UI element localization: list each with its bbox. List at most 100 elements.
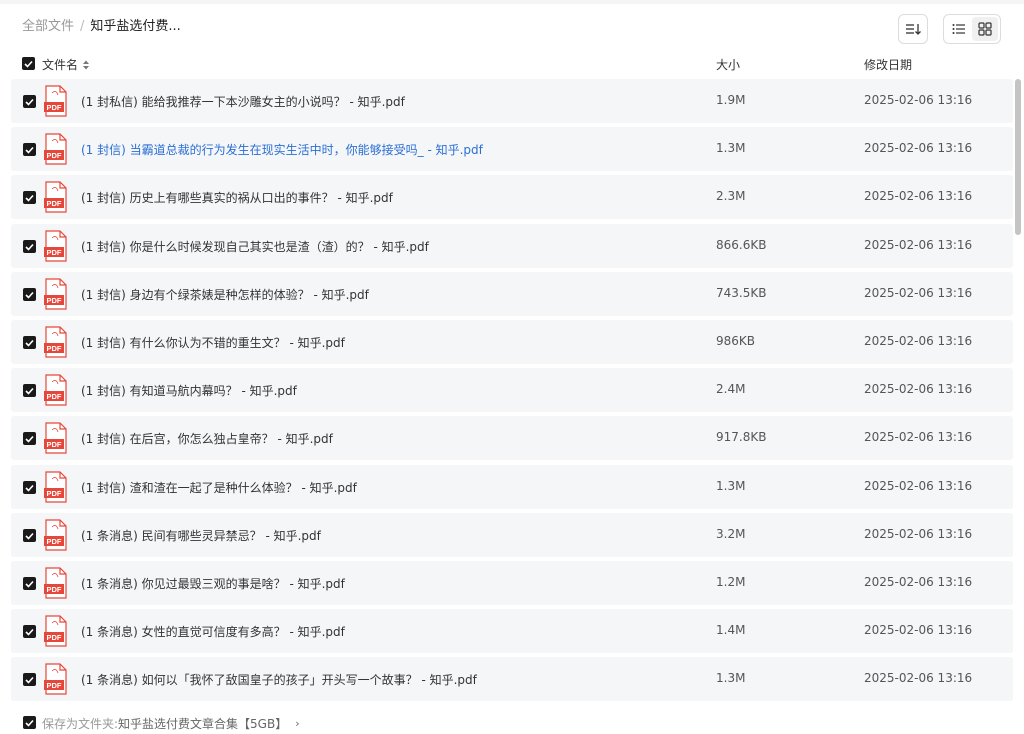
checkmark-icon (25, 676, 34, 684)
file-name[interactable]: (1 条消息) 如何以「我怀了敌国皇子的孩子」开头写一个故事？ - 知乎.pdf (81, 671, 477, 688)
checkmark-icon (25, 435, 34, 443)
file-row[interactable]: PDF (1 封信) 有知道马航内幕吗？ - 知乎.pdf 2.4M 2025-02-… (11, 368, 1013, 412)
file-checkbox[interactable] (23, 577, 36, 590)
file-checkbox[interactable] (23, 384, 36, 397)
file-size: 743.5KB (716, 286, 767, 300)
file-row[interactable]: PDF (1 封信) 在后宫，你怎么独占皇帝？ - 知乎.pdf 917.8KB 20… (11, 416, 1013, 460)
file-date: 2025-02-06 13:16 (864, 141, 973, 155)
file-name[interactable]: (1 条消息) 女性的直觉可信度有多高？ - 知乎.pdf (81, 623, 345, 640)
file-name[interactable]: (1 封信) 身边有个绿茶婊是种怎样的体验？ - 知乎.pdf (81, 286, 369, 303)
file-checkbox[interactable] (23, 336, 36, 349)
file-checkbox[interactable] (23, 673, 36, 686)
column-size-header[interactable]: 大小 (716, 56, 740, 73)
breadcrumb-separator: / (80, 19, 85, 34)
checkmark-icon (25, 243, 34, 251)
file-date: 2025-02-06 13:16 (864, 430, 973, 444)
pdf-file-icon: PDF (44, 519, 67, 551)
checkmark-icon (25, 580, 34, 588)
file-name[interactable]: (1 条消息) 民间有哪些灵异禁忌？ - 知乎.pdf (81, 527, 321, 544)
column-name-label: 文件名 (42, 58, 79, 72)
file-date: 2025-02-06 13:16 (864, 334, 973, 348)
file-row[interactable]: PDF (1 封信) 身边有个绿茶婊是种怎样的体验？ - 知乎.pdf 743.5K… (11, 272, 1013, 316)
file-row[interactable]: PDF (1 封信) 当霸道总裁的行为发生在现实生活中时，你能够接受吗_ - 知乎… (11, 127, 1013, 171)
checkmark-icon (25, 146, 34, 154)
file-checkbox[interactable] (23, 529, 36, 542)
file-date: 2025-02-06 13:16 (864, 671, 973, 685)
pdf-file-icon: PDF (44, 278, 67, 310)
file-row[interactable]: PDF (1 封信) 历史上有哪些真实的祸从口出的事件？ - 知乎.pdf 2.3M… (11, 175, 1013, 219)
file-checkbox[interactable] (23, 625, 36, 638)
file-date: 2025-02-06 13:16 (864, 527, 973, 541)
file-name[interactable]: (1 封信) 你是什么时候发现自己其实也是渣（渣）的？ - 知乎.pdf (81, 238, 429, 255)
file-row[interactable]: PDF (1 封私信) 能给我推荐一下本沙雕女主的小说吗？ - 知乎.pdf 1.9… (11, 79, 1013, 123)
grid-view-icon (978, 22, 992, 36)
checkmark-icon (25, 339, 34, 347)
list-view-button[interactable] (946, 17, 972, 41)
file-name[interactable]: (1 条消息) 你见过最毁三观的事是啥？ - 知乎.pdf (81, 575, 345, 592)
file-size: 1.3M (716, 141, 746, 155)
file-checkbox[interactable] (23, 191, 36, 204)
sort-updown-icon (83, 60, 90, 69)
file-name[interactable]: (1 封信) 有什么你认为不错的重生文？ - 知乎.pdf (81, 334, 345, 351)
file-name[interactable]: (1 封信) 渣和渣在一起了是种什么体验？ - 知乎.pdf (81, 479, 357, 496)
sort-lines-icon (906, 24, 921, 35)
column-date-header[interactable]: 修改日期 (864, 56, 912, 73)
file-size: 986KB (716, 334, 756, 348)
pdf-file-icon: PDF (44, 615, 67, 647)
pdf-icon-label: PDF (47, 489, 62, 498)
pdf-icon-label: PDF (47, 585, 62, 594)
file-name[interactable]: (1 封信) 有知道马航内幕吗？ - 知乎.pdf (81, 382, 297, 399)
pdf-file-icon: PDF (44, 133, 67, 165)
checkmark-icon (25, 194, 34, 202)
checkmark-icon (25, 98, 34, 106)
column-name-header[interactable]: 文件名 (42, 56, 90, 73)
sort-button[interactable] (898, 14, 928, 44)
checkmark-icon (24, 60, 33, 68)
pdf-icon-label: PDF (47, 392, 62, 401)
file-row[interactable]: PDF (1 封信) 有什么你认为不错的重生文？ - 知乎.pdf 986KB 202… (11, 320, 1013, 364)
view-toggle (943, 14, 1001, 44)
scrollbar[interactable] (1013, 79, 1022, 703)
pdf-icon-label: PDF (47, 296, 62, 305)
file-date: 2025-02-06 13:16 (864, 575, 973, 589)
file-row[interactable]: PDF (1 条消息) 你见过最毁三观的事是啥？ - 知乎.pdf 1.2M 2025… (11, 561, 1013, 605)
file-name[interactable]: (1 封信) 当霸道总裁的行为发生在现实生活中时，你能够接受吗_ - 知乎.pd… (81, 141, 483, 158)
pdf-icon-label: PDF (47, 248, 62, 257)
file-name[interactable]: (1 封信) 历史上有哪些真实的祸从口出的事件？ - 知乎.pdf (81, 189, 393, 206)
file-checkbox[interactable] (23, 143, 36, 156)
file-checkbox[interactable] (23, 432, 36, 445)
file-checkbox[interactable] (23, 95, 36, 108)
file-row[interactable]: PDF (1 封信) 你是什么时候发现自己其实也是渣（渣）的？ - 知乎.pdf 8… (11, 224, 1013, 268)
pdf-icon-label: PDF (47, 151, 62, 160)
file-checkbox[interactable] (23, 288, 36, 301)
breadcrumb: 全部文件 / 知乎盐选付费... (22, 18, 181, 36)
pdf-file-icon: PDF (44, 181, 67, 213)
select-all-checkbox[interactable] (22, 57, 35, 70)
column-header: 文件名 大小 修改日期 (0, 52, 1024, 76)
file-checkbox[interactable] (23, 481, 36, 494)
file-name[interactable]: (1 封私信) 能给我推荐一下本沙雕女主的小说吗？ - 知乎.pdf (81, 93, 405, 110)
save-as-folder-text: 保存为文件夹: 知乎盐选付费文章合集【5GB】 › (42, 715, 300, 732)
file-row[interactable]: PDF (1 封信) 渣和渣在一起了是种什么体验？ - 知乎.pdf 1.3M 202… (11, 465, 1013, 509)
chevron-right-icon[interactable]: › (295, 717, 299, 730)
file-row[interactable]: PDF (1 条消息) 如何以「我怀了敌国皇子的孩子」开头写一个故事？ - 知乎.… (11, 657, 1013, 701)
file-size: 1.9M (716, 93, 746, 107)
checkmark-icon (25, 387, 34, 395)
save-as-folder-checkbox[interactable] (23, 716, 36, 729)
file-size: 1.3M (716, 671, 746, 685)
scrollbar-thumb[interactable] (1015, 79, 1021, 235)
file-row[interactable]: PDF (1 条消息) 民间有哪些灵异禁忌？ - 知乎.pdf 3.2M 2025-0… (11, 513, 1013, 557)
breadcrumb-root-link[interactable]: 全部文件 (22, 18, 74, 36)
checkmark-icon (25, 532, 34, 540)
file-row[interactable]: PDF (1 条消息) 女性的直觉可信度有多高？ - 知乎.pdf 1.4M 2025… (11, 609, 1013, 653)
file-date: 2025-02-06 13:16 (864, 93, 973, 107)
file-size: 1.4M (716, 623, 746, 637)
save-folder-name[interactable]: 知乎盐选付费文章合集【5GB】 (118, 715, 287, 732)
file-name[interactable]: (1 封信) 在后宫，你怎么独占皇帝？ - 知乎.pdf (81, 430, 333, 447)
list-view-icon (952, 24, 965, 34)
pdf-file-icon: PDF (44, 326, 67, 358)
file-checkbox[interactable] (23, 240, 36, 253)
grid-view-button[interactable] (972, 17, 998, 41)
breadcrumb-current: 知乎盐选付费... (90, 19, 181, 34)
checkmark-icon (25, 291, 34, 299)
